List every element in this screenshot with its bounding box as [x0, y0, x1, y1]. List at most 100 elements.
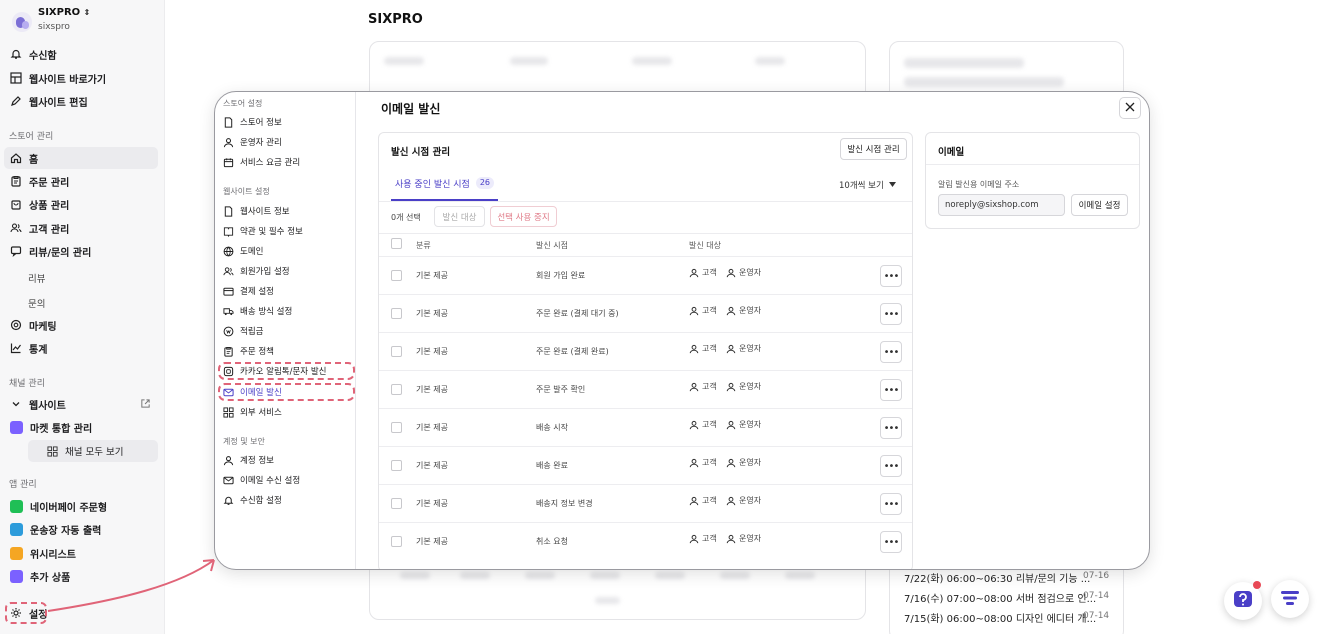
brand-name: SIXPRO ⇕	[38, 7, 91, 18]
sidebar-item-marketing[interactable]: 마케팅	[4, 314, 158, 336]
target-button[interactable]: 발신 대상	[434, 206, 485, 227]
sidebar-item-customers[interactable]: 고객 관리	[4, 217, 158, 239]
sidebar-item-website-edit[interactable]: 웹사이트 편집	[4, 90, 158, 112]
row-checkbox[interactable]	[391, 346, 402, 357]
sidebar-item-products[interactable]: 상품 관리	[4, 193, 158, 215]
sidebar-app-naverpay[interactable]: 네이버페이 주문형	[4, 495, 158, 517]
sidebar-sub-review[interactable]: 리뷰	[28, 271, 45, 285]
chart-line-icon	[10, 342, 22, 354]
close-icon	[1125, 102, 1135, 115]
sidebar-item-stats[interactable]: 통계	[4, 337, 158, 359]
person-icon	[689, 382, 699, 392]
naverpay-app-icon	[10, 499, 23, 513]
person-icon	[689, 268, 699, 278]
addon-app-icon	[10, 569, 23, 583]
settings-modal: 스토어 설정 스토어 정보 운영자 관리 서비스 요금 관리 웹사이트 설정 웹…	[214, 91, 1150, 570]
sidebar-item-inbox[interactable]: 수신함	[4, 43, 158, 65]
row-timing: 회원 가입 완료	[536, 271, 586, 280]
settings-highlight	[5, 602, 47, 624]
row-more-button[interactable]: •••	[880, 303, 902, 325]
settings-item-terms[interactable]: 약관 및 필수 정보	[223, 223, 351, 239]
email-field[interactable]	[938, 194, 1065, 216]
row-checkbox[interactable]	[391, 498, 402, 509]
section-channel: 채널 관리	[9, 379, 45, 389]
sidebar-app-wishlist[interactable]: 위시리스트	[4, 542, 158, 564]
stop-selected-button[interactable]: 선택 사용 중지	[490, 206, 557, 227]
row-checkbox[interactable]	[391, 308, 402, 319]
sidebar: SIXPRO ⇕ sixspro 수신함 웹사이트 바로가기 웹사이트 편집 스…	[0, 0, 165, 634]
table-row: 기본 제공 취소 요청 고객 운영자 •••	[379, 522, 912, 560]
sidebar-item-website-link[interactable]: 웹사이트 바로가기	[4, 67, 158, 89]
email-card-title: 이메일	[938, 147, 965, 158]
settings-section-account: 계정 및 보안	[223, 437, 265, 446]
settings-item-billing[interactable]: 서비스 요금 관리	[223, 154, 351, 170]
close-button[interactable]	[1119, 97, 1141, 119]
row-more-button[interactable]: •••	[880, 341, 902, 363]
settings-item-signup[interactable]: 회원가입 설정	[223, 263, 351, 279]
row-more-button[interactable]: •••	[880, 417, 902, 439]
notice-item[interactable]: 7/22(화) 06:00~06:30 리뷰/문의 기능 ...	[904, 570, 1090, 585]
settings-item-store-info[interactable]: 스토어 정보	[223, 114, 351, 130]
more-icon: •••	[883, 536, 900, 548]
manage-timing-button[interactable]: 발신 시점 관리	[840, 138, 907, 160]
sidebar-item-all-channels[interactable]: 채널 모두 보기	[28, 440, 158, 462]
table-row: 기본 제공 주문 완료 (결제 대기 중) 고객 운영자 •••	[379, 294, 912, 332]
settings-item-inbox[interactable]: 수신함 설정	[223, 492, 351, 508]
menu-button[interactable]	[1271, 580, 1309, 618]
row-category: 기본 제공	[416, 309, 448, 318]
notice-item[interactable]: 7/16(수) 07:00~08:00 서버 점검으로 인...	[904, 590, 1096, 605]
row-more-button[interactable]: •••	[880, 379, 902, 401]
row-target-operator: 운영자	[726, 495, 761, 506]
sidebar-item-orders[interactable]: 주문 관리	[4, 170, 158, 192]
settings-item-payment[interactable]: 결제 설정	[223, 283, 351, 299]
row-checkbox[interactable]	[391, 460, 402, 471]
email-settings-button[interactable]: 이메일 설정	[1071, 194, 1128, 216]
row-more-button[interactable]: •••	[880, 455, 902, 477]
settings-item-shipping[interactable]: 배송 방식 설정	[223, 303, 351, 319]
email-highlight	[218, 383, 355, 401]
row-timing: 배송지 정보 변경	[536, 499, 593, 508]
row-category: 기본 제공	[416, 537, 448, 546]
sidebar-item-website[interactable]: 웹사이트	[4, 393, 158, 415]
pencil-icon	[10, 95, 22, 107]
row-target-customer: 고객	[689, 533, 717, 544]
person-icon	[689, 458, 699, 468]
per-page-select[interactable]: 10개씩 보기	[839, 179, 896, 191]
sidebar-item-home[interactable]: 홈	[4, 147, 158, 169]
settings-item-points[interactable]: 적립금	[223, 323, 351, 339]
sidebar-app-addon[interactable]: 추가 상품	[4, 565, 158, 587]
notice-item[interactable]: 7/15(화) 06:00~08:00 디자인 에디터 개...	[904, 610, 1096, 625]
settings-item-order-policy[interactable]: 주문 정책	[223, 343, 351, 359]
settings-item-operators[interactable]: 운영자 관리	[223, 134, 351, 150]
settings-section-website: 웹사이트 설정	[223, 187, 270, 196]
row-checkbox[interactable]	[391, 536, 402, 547]
sidebar-app-invoice[interactable]: 운송장 자동 출력	[4, 518, 158, 540]
brand-switcher[interactable]: SIXPRO ⇕ sixspro	[8, 6, 158, 36]
external-link-icon[interactable]	[140, 398, 151, 412]
calendar-icon	[223, 157, 234, 168]
row-checkbox[interactable]	[391, 270, 402, 281]
row-checkbox[interactable]	[391, 384, 402, 395]
sidebar-item-reviews[interactable]: 리뷰/문의 관리	[4, 240, 158, 262]
apps-icon	[46, 445, 58, 457]
table-row: 기본 제공 회원 가입 완료 고객 운영자 •••	[379, 256, 912, 294]
settings-item-external[interactable]: 외부 서비스	[223, 404, 351, 420]
globe-icon	[223, 246, 234, 257]
row-more-button[interactable]: •••	[880, 531, 902, 553]
row-more-button[interactable]: •••	[880, 265, 902, 287]
sidebar-item-market[interactable]: 마켓 통합 관리	[4, 416, 158, 438]
row-target-operator: 운영자	[726, 305, 761, 316]
settings-item-website-info[interactable]: 웹사이트 정보	[223, 203, 351, 219]
settings-item-domain[interactable]: 도메인	[223, 243, 351, 259]
row-more-button[interactable]: •••	[880, 493, 902, 515]
select-all-checkbox[interactable]	[391, 238, 402, 249]
modal-title: 이메일 발신	[381, 102, 441, 116]
settings-item-email-receive[interactable]: 이메일 수신 설정	[223, 472, 351, 488]
row-checkbox[interactable]	[391, 422, 402, 433]
chevron-down-icon	[10, 398, 22, 410]
settings-item-account-info[interactable]: 계정 정보	[223, 452, 351, 468]
row-category: 기본 제공	[416, 423, 448, 432]
sidebar-sub-inquiry[interactable]: 문의	[28, 296, 45, 310]
tab-active-timings[interactable]: 사용 중인 발신 시점 26	[391, 172, 499, 201]
notice-date: 07-16	[1083, 571, 1110, 581]
